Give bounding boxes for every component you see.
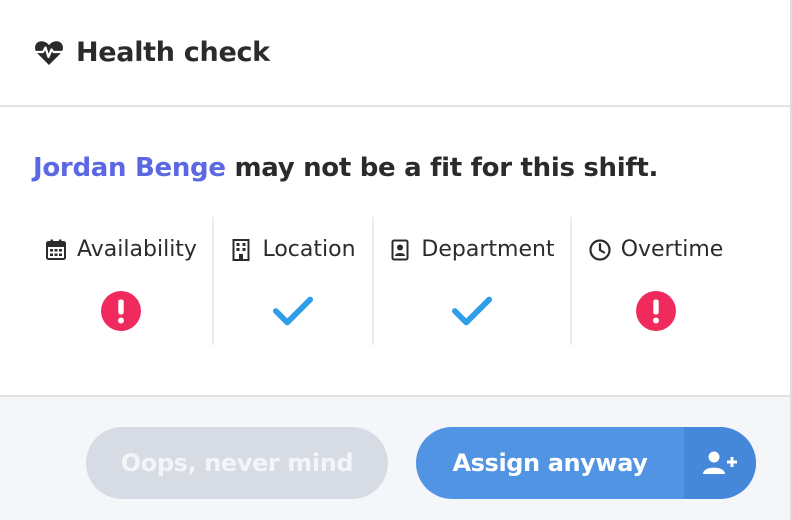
dialog-title: Health check	[76, 37, 270, 68]
check-location: Location	[212, 217, 372, 345]
fit-message: Jordan Benge may not be a fit for this s…	[33, 153, 658, 183]
check-availability: Availability	[30, 217, 212, 345]
health-check-dialog: Health check Jordan Benge may not be a f…	[0, 0, 792, 520]
check-label: Availability	[77, 237, 197, 262]
warning-icon	[100, 290, 142, 332]
checkmark-icon	[451, 290, 493, 332]
dialog-footer: Oops, never mind Assign anyway	[0, 395, 790, 520]
warning-icon	[635, 290, 677, 332]
checkmark-icon	[272, 290, 314, 332]
check-department: Department	[372, 217, 570, 345]
user-plus-icon[interactable]	[684, 427, 756, 499]
dialog-body: Jordan Benge may not be a fit for this s…	[0, 109, 790, 395]
building-icon	[230, 238, 252, 261]
id-badge-icon	[389, 239, 411, 261]
check-label: Department	[421, 237, 555, 262]
fit-message-text: may not be a fit for this shift.	[234, 153, 659, 183]
check-overtime: Overtime	[570, 217, 740, 345]
assign-anyway-label: Assign anyway	[452, 449, 648, 477]
calendar-icon	[45, 239, 67, 261]
check-label: Location	[262, 237, 356, 262]
cancel-button[interactable]: Oops, never mind	[86, 427, 388, 499]
dialog-header: Health check	[0, 0, 790, 107]
check-label: Overtime	[620, 237, 724, 262]
assign-anyway-button[interactable]: Assign anyway	[416, 427, 756, 499]
heartbeat-icon	[34, 39, 66, 67]
health-check-list: Availability Location Department Overtim…	[30, 217, 740, 345]
employee-name: Jordan Benge	[33, 153, 226, 183]
clock-icon	[589, 238, 611, 261]
